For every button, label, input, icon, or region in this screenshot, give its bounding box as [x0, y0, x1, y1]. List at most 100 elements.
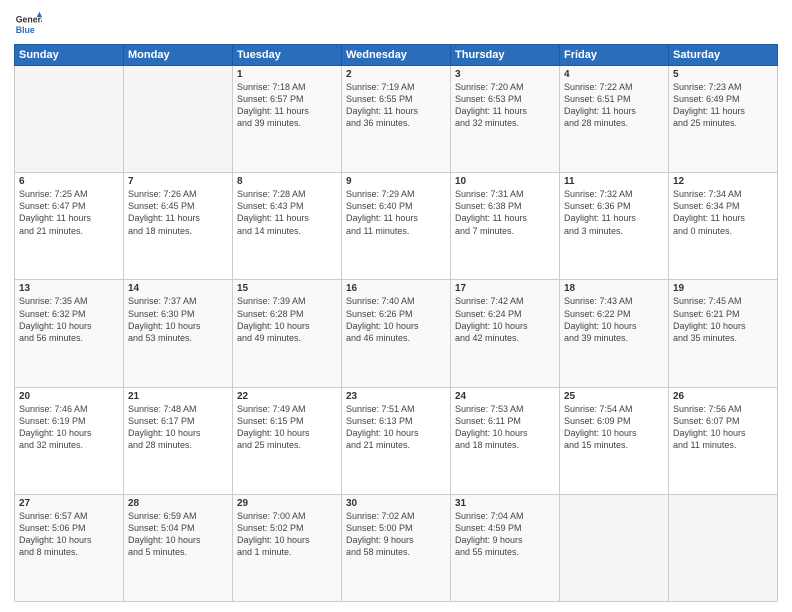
calendar-week-row: 1Sunrise: 7:18 AM Sunset: 6:57 PM Daylig…: [15, 66, 778, 173]
calendar-cell: [669, 494, 778, 601]
day-info: Sunrise: 7:48 AM Sunset: 6:17 PM Dayligh…: [128, 403, 228, 452]
day-info: Sunrise: 7:26 AM Sunset: 6:45 PM Dayligh…: [128, 188, 228, 237]
calendar-cell: 14Sunrise: 7:37 AM Sunset: 6:30 PM Dayli…: [124, 280, 233, 387]
day-number: 28: [128, 498, 228, 509]
day-info: Sunrise: 7:29 AM Sunset: 6:40 PM Dayligh…: [346, 188, 446, 237]
day-info: Sunrise: 7:35 AM Sunset: 6:32 PM Dayligh…: [19, 295, 119, 344]
calendar-cell: [124, 66, 233, 173]
day-info: Sunrise: 7:53 AM Sunset: 6:11 PM Dayligh…: [455, 403, 555, 452]
calendar-cell: 31Sunrise: 7:04 AM Sunset: 4:59 PM Dayli…: [451, 494, 560, 601]
day-number: 12: [673, 176, 773, 187]
day-info: Sunrise: 7:20 AM Sunset: 6:53 PM Dayligh…: [455, 81, 555, 130]
day-info: Sunrise: 7:34 AM Sunset: 6:34 PM Dayligh…: [673, 188, 773, 237]
day-info: Sunrise: 7:46 AM Sunset: 6:19 PM Dayligh…: [19, 403, 119, 452]
calendar-cell: [15, 66, 124, 173]
day-info: Sunrise: 7:00 AM Sunset: 5:02 PM Dayligh…: [237, 510, 337, 559]
calendar-cell: 4Sunrise: 7:22 AM Sunset: 6:51 PM Daylig…: [560, 66, 669, 173]
calendar-cell: 13Sunrise: 7:35 AM Sunset: 6:32 PM Dayli…: [15, 280, 124, 387]
calendar-cell: 3Sunrise: 7:20 AM Sunset: 6:53 PM Daylig…: [451, 66, 560, 173]
logo: General Blue: [14, 10, 46, 38]
day-number: 27: [19, 498, 119, 509]
day-number: 17: [455, 283, 555, 294]
day-info: Sunrise: 7:28 AM Sunset: 6:43 PM Dayligh…: [237, 188, 337, 237]
day-number: 31: [455, 498, 555, 509]
page: General Blue SundayMondayTuesdayWednesda…: [0, 0, 792, 612]
calendar-cell: 27Sunrise: 6:57 AM Sunset: 5:06 PM Dayli…: [15, 494, 124, 601]
calendar-cell: 19Sunrise: 7:45 AM Sunset: 6:21 PM Dayli…: [669, 280, 778, 387]
calendar-cell: 8Sunrise: 7:28 AM Sunset: 6:43 PM Daylig…: [233, 173, 342, 280]
calendar-cell: 28Sunrise: 6:59 AM Sunset: 5:04 PM Dayli…: [124, 494, 233, 601]
day-info: Sunrise: 7:02 AM Sunset: 5:00 PM Dayligh…: [346, 510, 446, 559]
day-number: 23: [346, 391, 446, 402]
day-number: 4: [564, 69, 664, 80]
weekday-header: Saturday: [669, 45, 778, 66]
day-info: Sunrise: 7:42 AM Sunset: 6:24 PM Dayligh…: [455, 295, 555, 344]
day-number: 30: [346, 498, 446, 509]
day-number: 1: [237, 69, 337, 80]
day-info: Sunrise: 7:49 AM Sunset: 6:15 PM Dayligh…: [237, 403, 337, 452]
calendar-cell: 9Sunrise: 7:29 AM Sunset: 6:40 PM Daylig…: [342, 173, 451, 280]
day-info: Sunrise: 7:23 AM Sunset: 6:49 PM Dayligh…: [673, 81, 773, 130]
calendar-cell: 20Sunrise: 7:46 AM Sunset: 6:19 PM Dayli…: [15, 387, 124, 494]
day-info: Sunrise: 7:56 AM Sunset: 6:07 PM Dayligh…: [673, 403, 773, 452]
logo-icon: General Blue: [14, 10, 42, 38]
day-number: 18: [564, 283, 664, 294]
calendar-cell: 22Sunrise: 7:49 AM Sunset: 6:15 PM Dayli…: [233, 387, 342, 494]
day-number: 8: [237, 176, 337, 187]
weekday-header: Thursday: [451, 45, 560, 66]
day-number: 22: [237, 391, 337, 402]
day-info: Sunrise: 7:51 AM Sunset: 6:13 PM Dayligh…: [346, 403, 446, 452]
calendar-week-row: 27Sunrise: 6:57 AM Sunset: 5:06 PM Dayli…: [15, 494, 778, 601]
day-info: Sunrise: 7:18 AM Sunset: 6:57 PM Dayligh…: [237, 81, 337, 130]
day-number: 5: [673, 69, 773, 80]
day-info: Sunrise: 7:04 AM Sunset: 4:59 PM Dayligh…: [455, 510, 555, 559]
calendar-cell: 18Sunrise: 7:43 AM Sunset: 6:22 PM Dayli…: [560, 280, 669, 387]
calendar-cell: 10Sunrise: 7:31 AM Sunset: 6:38 PM Dayli…: [451, 173, 560, 280]
header: General Blue: [14, 10, 778, 38]
calendar-cell: 21Sunrise: 7:48 AM Sunset: 6:17 PM Dayli…: [124, 387, 233, 494]
day-info: Sunrise: 7:22 AM Sunset: 6:51 PM Dayligh…: [564, 81, 664, 130]
day-info: Sunrise: 7:37 AM Sunset: 6:30 PM Dayligh…: [128, 295, 228, 344]
calendar-cell: 2Sunrise: 7:19 AM Sunset: 6:55 PM Daylig…: [342, 66, 451, 173]
day-number: 29: [237, 498, 337, 509]
day-number: 3: [455, 69, 555, 80]
calendar-cell: 7Sunrise: 7:26 AM Sunset: 6:45 PM Daylig…: [124, 173, 233, 280]
day-number: 26: [673, 391, 773, 402]
svg-text:Blue: Blue: [16, 25, 35, 35]
calendar-cell: 1Sunrise: 7:18 AM Sunset: 6:57 PM Daylig…: [233, 66, 342, 173]
calendar-cell: 29Sunrise: 7:00 AM Sunset: 5:02 PM Dayli…: [233, 494, 342, 601]
calendar-cell: 15Sunrise: 7:39 AM Sunset: 6:28 PM Dayli…: [233, 280, 342, 387]
day-number: 15: [237, 283, 337, 294]
day-number: 11: [564, 176, 664, 187]
day-number: 25: [564, 391, 664, 402]
day-number: 19: [673, 283, 773, 294]
calendar-week-row: 13Sunrise: 7:35 AM Sunset: 6:32 PM Dayli…: [15, 280, 778, 387]
calendar-cell: 30Sunrise: 7:02 AM Sunset: 5:00 PM Dayli…: [342, 494, 451, 601]
calendar-cell: 26Sunrise: 7:56 AM Sunset: 6:07 PM Dayli…: [669, 387, 778, 494]
calendar-cell: [560, 494, 669, 601]
day-info: Sunrise: 7:31 AM Sunset: 6:38 PM Dayligh…: [455, 188, 555, 237]
day-number: 16: [346, 283, 446, 294]
calendar-cell: 16Sunrise: 7:40 AM Sunset: 6:26 PM Dayli…: [342, 280, 451, 387]
day-info: Sunrise: 7:39 AM Sunset: 6:28 PM Dayligh…: [237, 295, 337, 344]
weekday-header: Monday: [124, 45, 233, 66]
calendar-week-row: 20Sunrise: 7:46 AM Sunset: 6:19 PM Dayli…: [15, 387, 778, 494]
day-info: Sunrise: 7:19 AM Sunset: 6:55 PM Dayligh…: [346, 81, 446, 130]
calendar-cell: 25Sunrise: 7:54 AM Sunset: 6:09 PM Dayli…: [560, 387, 669, 494]
calendar-cell: 11Sunrise: 7:32 AM Sunset: 6:36 PM Dayli…: [560, 173, 669, 280]
day-number: 9: [346, 176, 446, 187]
day-info: Sunrise: 7:43 AM Sunset: 6:22 PM Dayligh…: [564, 295, 664, 344]
day-info: Sunrise: 6:57 AM Sunset: 5:06 PM Dayligh…: [19, 510, 119, 559]
calendar-cell: 17Sunrise: 7:42 AM Sunset: 6:24 PM Dayli…: [451, 280, 560, 387]
weekday-header: Tuesday: [233, 45, 342, 66]
day-info: Sunrise: 7:32 AM Sunset: 6:36 PM Dayligh…: [564, 188, 664, 237]
day-number: 6: [19, 176, 119, 187]
calendar-cell: 12Sunrise: 7:34 AM Sunset: 6:34 PM Dayli…: [669, 173, 778, 280]
weekday-header: Wednesday: [342, 45, 451, 66]
calendar-week-row: 6Sunrise: 7:25 AM Sunset: 6:47 PM Daylig…: [15, 173, 778, 280]
day-info: Sunrise: 7:45 AM Sunset: 6:21 PM Dayligh…: [673, 295, 773, 344]
day-info: Sunrise: 6:59 AM Sunset: 5:04 PM Dayligh…: [128, 510, 228, 559]
day-number: 21: [128, 391, 228, 402]
day-info: Sunrise: 7:25 AM Sunset: 6:47 PM Dayligh…: [19, 188, 119, 237]
day-number: 10: [455, 176, 555, 187]
